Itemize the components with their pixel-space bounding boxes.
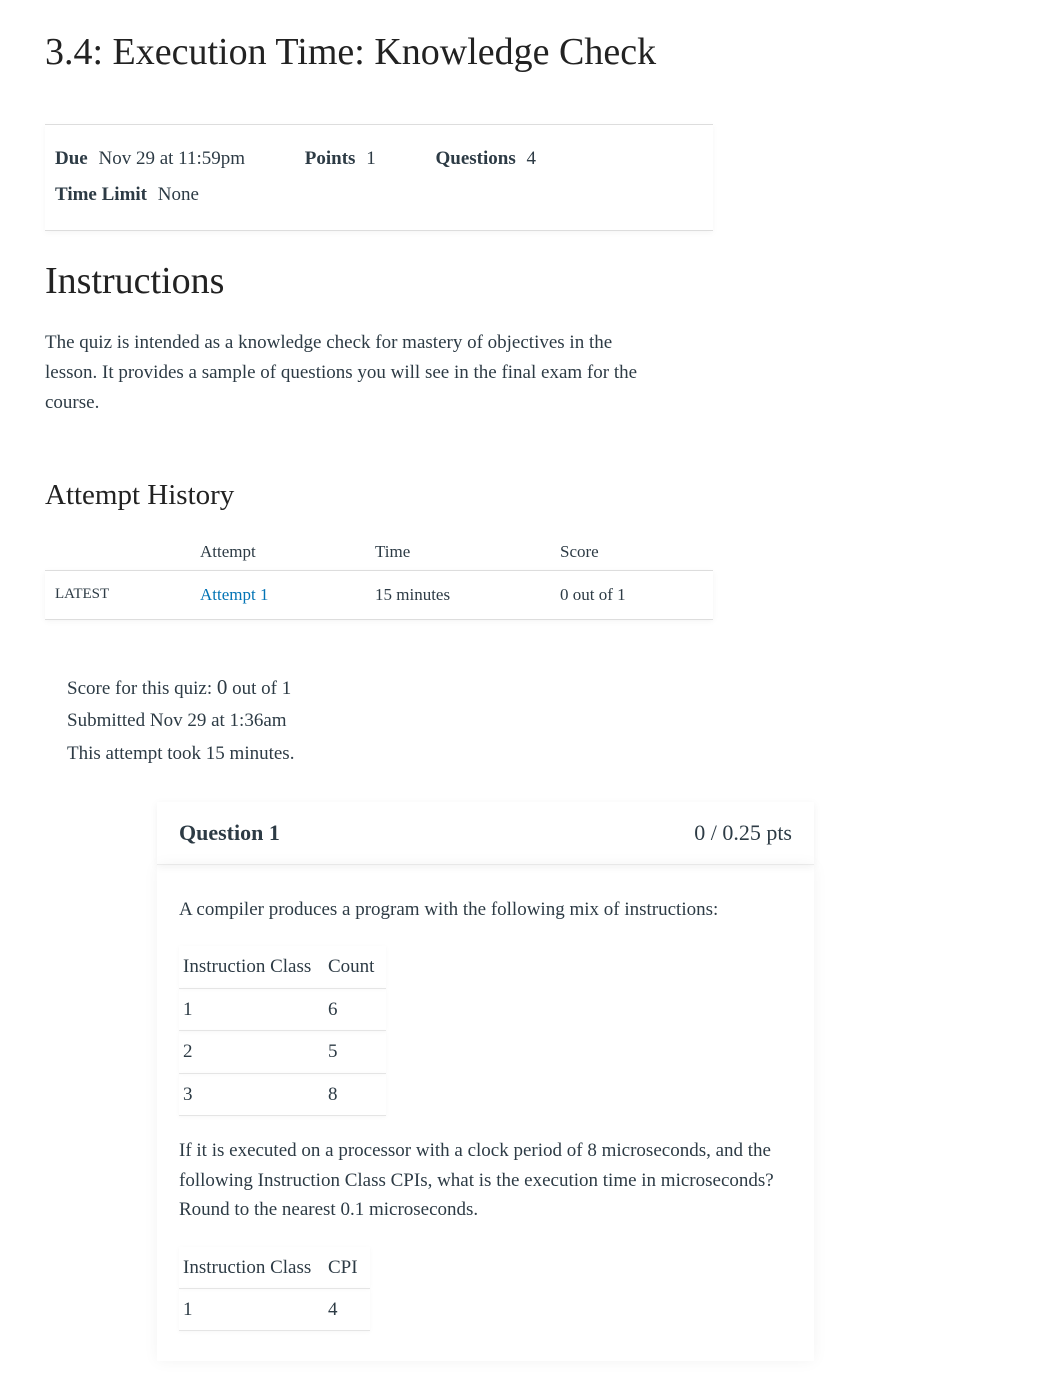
col-attempt: Attempt: [200, 534, 375, 571]
time-limit-label: Time Limit: [55, 184, 147, 205]
count-h1: Instruction Class: [179, 946, 324, 988]
time-limit-value: None: [158, 184, 199, 205]
due-label: Due: [55, 148, 88, 169]
score-value: 0: [217, 675, 228, 699]
table-row: 2 5: [179, 1031, 386, 1073]
table-row: LATEST Attempt 1 15 minutes 0 out of 1: [45, 570, 713, 619]
count-h2: Count: [324, 946, 386, 988]
question-label: Question 1: [179, 820, 280, 846]
cpi-r1c2: 4: [324, 1288, 370, 1330]
col-time: Time: [375, 534, 560, 571]
col-blank: [45, 534, 200, 571]
col-score: Score: [560, 534, 713, 571]
score-suffix: out of 1: [232, 678, 291, 699]
count-r3c1: 3: [179, 1073, 324, 1115]
question-prompt-1: A compiler produces a program with the f…: [179, 895, 792, 924]
questions-value: 4: [526, 148, 536, 169]
page-title: 3.4: Execution Time: Knowledge Check: [45, 30, 1017, 74]
attempt-history-table: Attempt Time Score LATEST Attempt 1 15 m…: [45, 534, 713, 620]
table-row: 1 6: [179, 988, 386, 1030]
score-summary: Score for this quiz: 0 out of 1 Submitte…: [67, 670, 1017, 770]
attempt-status: LATEST: [45, 570, 200, 619]
table-row: 3 8: [179, 1073, 386, 1115]
cpi-h2: CPI: [324, 1247, 370, 1289]
due-value: Nov 29 at 11:59pm: [98, 148, 245, 169]
instructions-body: The quiz is intended as a knowledge chec…: [45, 328, 650, 419]
count-r3c2: 8: [324, 1073, 386, 1115]
questions-label: Questions: [435, 148, 515, 169]
submitted-line: Submitted Nov 29 at 1:36am: [67, 705, 1017, 737]
count-r2c2: 5: [324, 1031, 386, 1073]
cpi-h1: Instruction Class: [179, 1247, 324, 1289]
quiz-meta: Due Nov 29 at 11:59pm Points 1 Questions…: [45, 124, 713, 231]
question-body: A compiler produces a program with the f…: [157, 865, 814, 1361]
count-r1c2: 6: [324, 988, 386, 1030]
cpi-r1c1: 1: [179, 1288, 324, 1330]
instructions-heading: Instructions: [45, 259, 1017, 303]
attempt-score: 0 out of 1: [560, 570, 713, 619]
question-prompt-2: If it is executed on a processor with a …: [179, 1136, 792, 1224]
points-label: Points: [305, 148, 356, 169]
attempt-link[interactable]: Attempt 1: [200, 585, 268, 604]
attempt-time: 15 minutes: [375, 570, 560, 619]
duration-line: This attempt took 15 minutes.: [67, 738, 1017, 770]
question-box: Question 1 0 / 0.25 pts A compiler produ…: [157, 802, 814, 1361]
question-header: Question 1 0 / 0.25 pts: [157, 802, 814, 865]
score-prefix: Score for this quiz:: [67, 678, 217, 699]
table-row: 1 4: [179, 1288, 370, 1330]
points-value: 1: [366, 148, 376, 169]
instruction-cpi-table: Instruction Class CPI 1 4: [179, 1247, 370, 1332]
question-points: 0 / 0.25 pts: [694, 820, 792, 846]
instruction-count-table: Instruction Class Count 1 6 2 5 3 8: [179, 946, 386, 1116]
count-r2c1: 2: [179, 1031, 324, 1073]
count-r1c1: 1: [179, 988, 324, 1030]
attempt-history-heading: Attempt History: [45, 479, 1017, 512]
